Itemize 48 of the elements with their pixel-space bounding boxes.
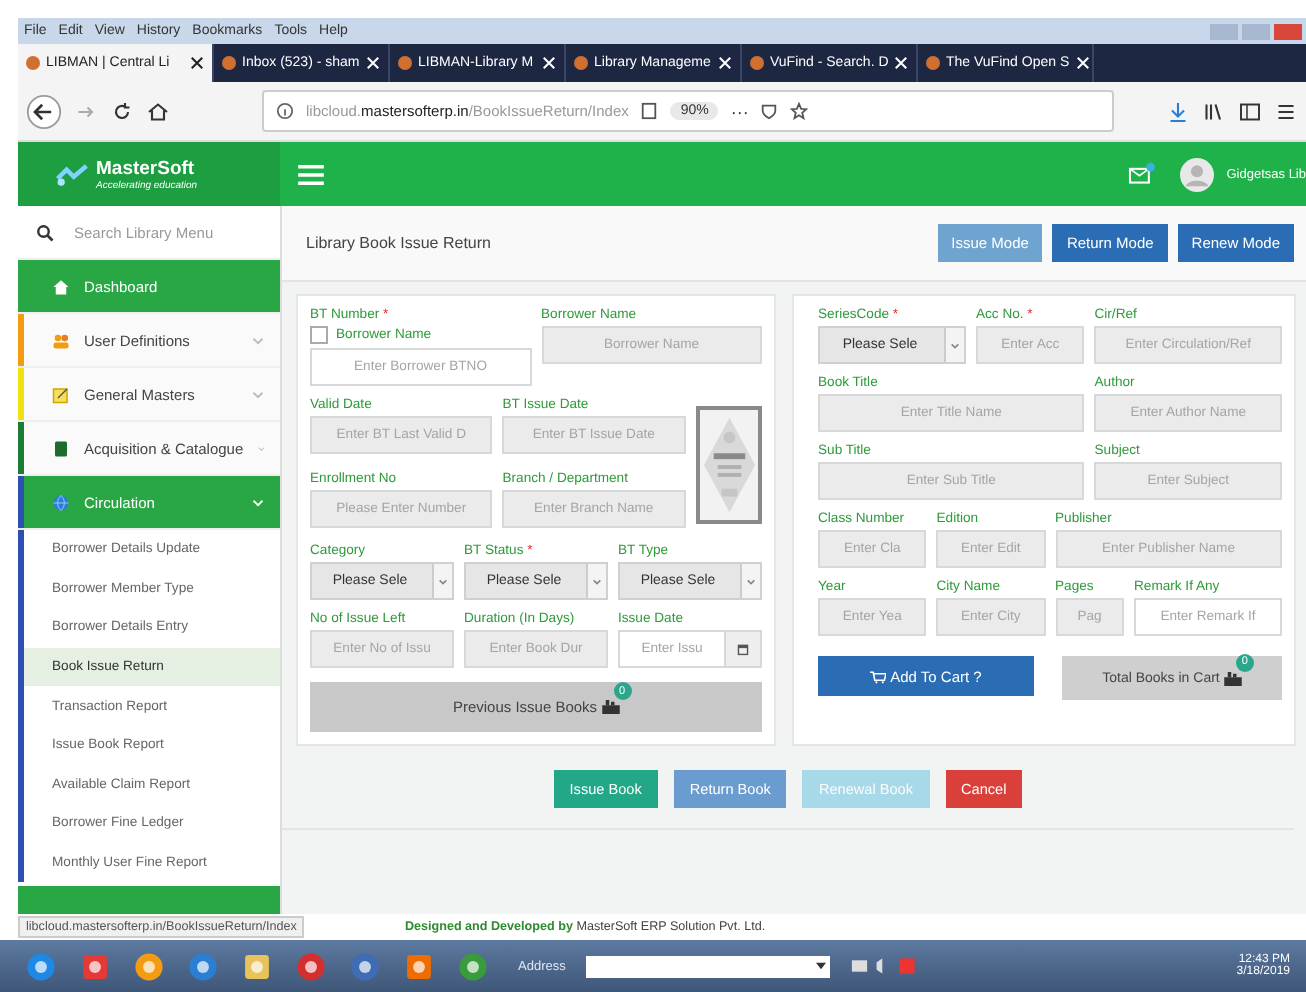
taskbar-icon[interactable]: [132, 949, 166, 983]
address-field[interactable]: [585, 955, 830, 977]
caret-icon: [815, 962, 826, 970]
taskbar-icon[interactable]: [294, 949, 328, 983]
star-icon[interactable]: [790, 102, 809, 120]
window-controls-icon[interactable]: [1210, 23, 1302, 39]
caret-icon: [438, 577, 448, 586]
book-icon: [52, 439, 70, 457]
taskbar-icon[interactable]: [456, 949, 490, 983]
users-icon: [52, 331, 70, 349]
caret-icon: [746, 577, 756, 586]
logo-icon: [54, 161, 90, 187]
reload-icon[interactable]: [110, 99, 134, 123]
calendar-icon: [736, 642, 750, 657]
download-icon[interactable]: [1166, 99, 1190, 123]
calendar-button[interactable]: [726, 630, 762, 669]
globe-icon: [52, 493, 70, 511]
books-icon: [601, 700, 620, 715]
chevron-icon: [252, 335, 264, 345]
mail-icon[interactable]: [1128, 162, 1157, 186]
sidebar-icon[interactable]: [1238, 99, 1262, 123]
note-icon: [52, 385, 70, 403]
taskbar-icon[interactable]: [78, 949, 112, 983]
cart-icon: [870, 669, 887, 683]
menu-icon[interactable]: [1274, 99, 1298, 123]
info-icon[interactable]: [276, 102, 294, 120]
shield-icon[interactable]: [760, 102, 779, 120]
search-icon: [36, 223, 54, 241]
back-icon[interactable]: [26, 93, 62, 129]
library-icon[interactable]: [1202, 99, 1226, 123]
more-button[interactable]: ···: [730, 101, 749, 121]
taskbar-icon[interactable]: [186, 949, 220, 983]
caret-icon: [950, 341, 960, 349]
home-icon[interactable]: [146, 99, 170, 123]
taskbar-icon[interactable]: [240, 949, 274, 983]
checkbox[interactable]: [310, 326, 328, 344]
books-icon: [1223, 671, 1242, 685]
taskbar-icon[interactable]: [24, 949, 58, 983]
logo-title: MasterSoft: [96, 157, 197, 179]
taskbar-icon[interactable]: [348, 949, 382, 983]
home-icon: [52, 277, 70, 295]
page-title: Library Book Issue Return: [306, 234, 491, 252]
taskbar-icon[interactable]: [402, 949, 436, 983]
reader-icon[interactable]: [640, 102, 659, 120]
caret-icon: [592, 577, 602, 586]
chevron-icon: [252, 497, 264, 507]
chevron-icon: [252, 389, 264, 399]
close-icon[interactable]: [190, 56, 204, 70]
